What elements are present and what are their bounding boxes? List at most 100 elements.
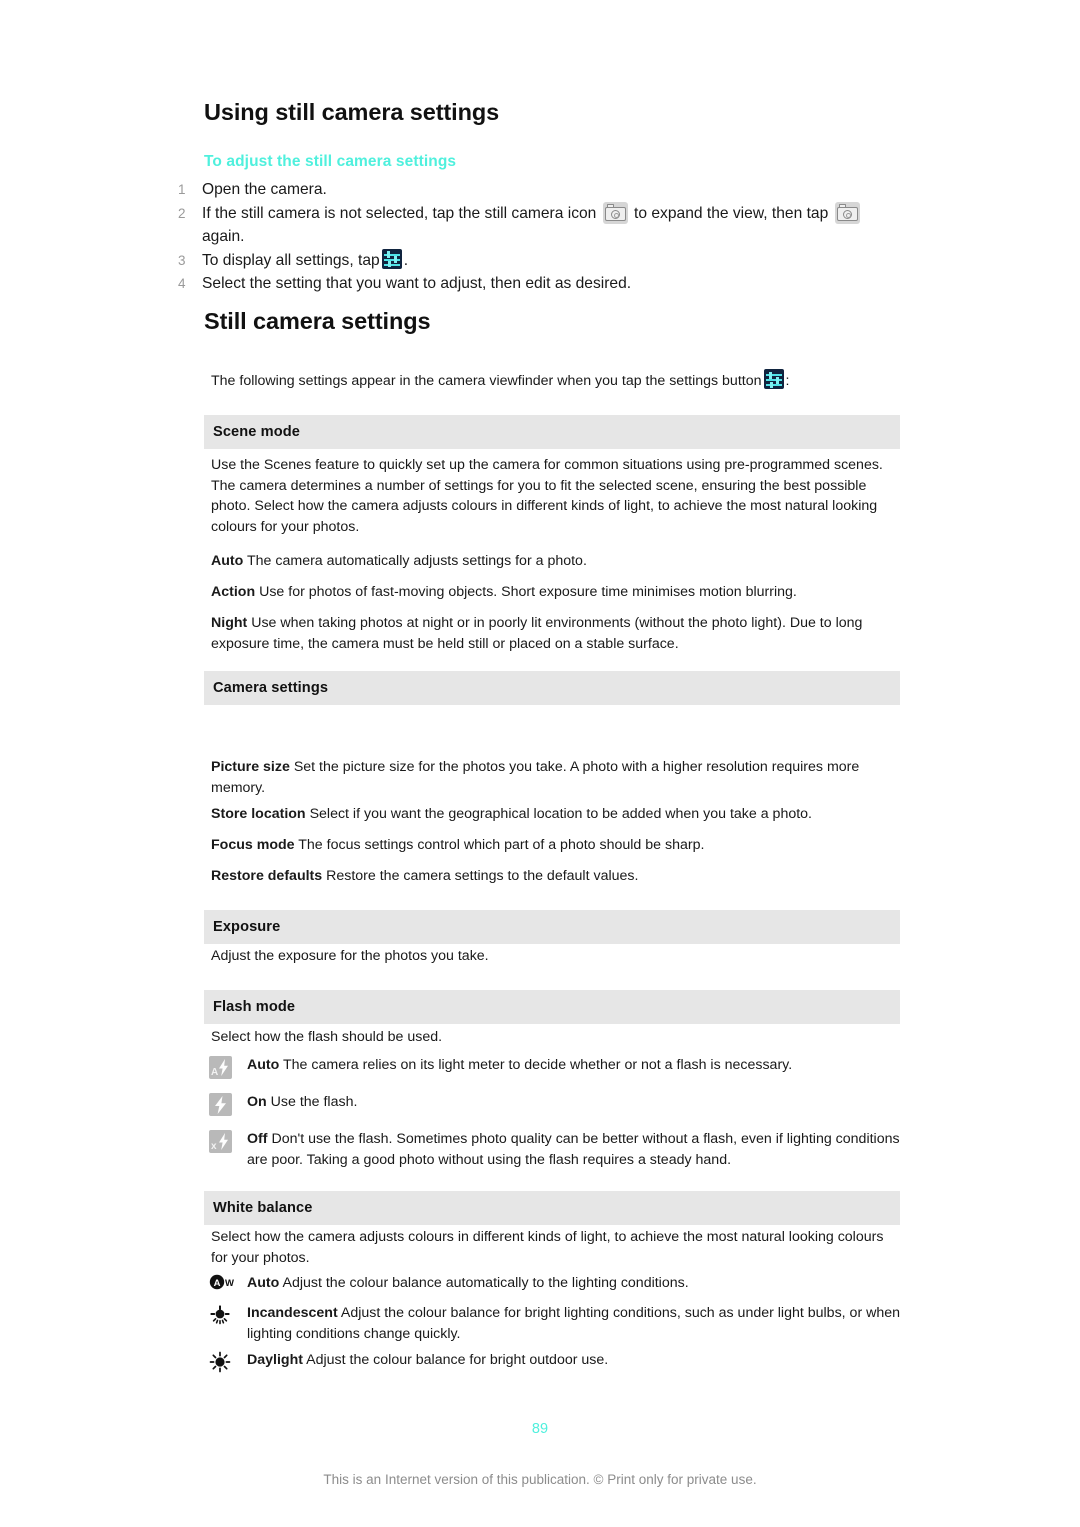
section-subtitle-to-adjust: To adjust the still camera settings — [204, 153, 457, 170]
option-term: Daylight — [247, 1352, 303, 1368]
step-number: 1 — [178, 182, 186, 197]
option-desc: Use the flash. — [270, 1094, 358, 1110]
icon-cell: A — [209, 1055, 247, 1086]
flash-mode-option-on: On Use the flash. — [209, 1092, 901, 1123]
option-desc: Adjust the colour balance for bright lig… — [247, 1305, 901, 1342]
white-balance-auto-icon: A W — [209, 1274, 235, 1296]
option-text: Off Don't use the flash. Sometimes photo… — [247, 1129, 901, 1170]
option-term: Off — [247, 1131, 268, 1147]
white-balance-option-incandescent: Incandescent Adjust the colour balance f… — [209, 1303, 901, 1344]
step-text-part: Select the setting that you want to adju… — [202, 275, 632, 292]
option-desc: Adjust the colour balance automatically … — [282, 1275, 689, 1291]
flash-mode-option-auto: A Auto The camera relies on its light me… — [209, 1055, 901, 1086]
option-desc: Use for photos of fast-moving objects. S… — [259, 584, 797, 600]
option-term: Picture size — [211, 759, 290, 775]
option-term: Incandescent — [247, 1305, 338, 1321]
svg-text:A: A — [214, 1278, 221, 1289]
option-text: Incandescent Adjust the colour balance f… — [247, 1303, 901, 1344]
option-text: On Use the flash. — [247, 1092, 901, 1113]
exposure-description: Adjust the exposure for the photos you t… — [211, 948, 489, 964]
option-term: Auto — [247, 1275, 280, 1291]
step-text-part: to expand the view, then tap — [634, 204, 829, 222]
icon-cell — [209, 1092, 247, 1123]
intro-text-part: The following settings appear in the cam… — [211, 373, 762, 389]
scene-mode-option-night: Night Use when taking photos at night or… — [211, 613, 901, 654]
option-desc: Restore the camera settings to the defau… — [326, 868, 639, 884]
option-term: Auto — [247, 1057, 280, 1073]
option-term: Auto — [211, 553, 244, 569]
page-title-using-still-camera-settings: Using still camera settings — [204, 99, 500, 125]
option-desc: Select if you want the geographical loca… — [309, 806, 812, 822]
settings-icon[interactable] — [381, 248, 402, 269]
icon-cell — [209, 1303, 247, 1333]
section-header-scene-mode: Scene mode — [204, 415, 900, 449]
camera-settings-option-restore-defaults: Restore defaults Restore the camera sett… — [211, 866, 901, 887]
step-number: 3 — [178, 252, 186, 268]
option-desc: Don't use the flash. Sometimes photo qua… — [247, 1131, 900, 1168]
camera-settings-option-focus-mode: Focus mode The focus settings control wh… — [211, 835, 901, 856]
step-text: To display all settings, tap. — [202, 248, 906, 273]
option-term: Store location — [211, 806, 306, 822]
scene-mode-option-action: Action Use for photos of fast-moving obj… — [211, 582, 901, 603]
still-camera-icon[interactable] — [602, 201, 628, 224]
flash-mode-description: Select how the flash should be used. — [211, 1029, 443, 1045]
option-text: Auto The camera relies on its light mete… — [247, 1055, 901, 1076]
intro-text-part: : — [785, 373, 790, 389]
step-number: 4 — [178, 276, 186, 291]
step-text: If the still camera is not selected, tap… — [202, 201, 906, 249]
list-item: 4 Select the setting that you want to ad… — [176, 272, 906, 296]
step-text: Select the setting that you want to adju… — [202, 272, 906, 296]
page-number: 89 — [531, 1421, 549, 1437]
flash-mode-option-off: x Off Don't use the flash. Sometimes pho… — [209, 1129, 901, 1170]
white-balance-option-daylight: Daylight Adjust the colour balance for b… — [209, 1350, 901, 1380]
option-term: Focus mode — [211, 837, 295, 853]
scene-mode-description: Use the Scenes feature to quickly set up… — [211, 457, 883, 535]
numbered-steps-list: 1 Open the camera. 2 If the still camera… — [176, 178, 906, 296]
camera-settings-option-store-location: Store location Select if you want the ge… — [211, 804, 901, 825]
list-item: 3 To display all settings, tap. — [176, 248, 906, 273]
still-camera-icon[interactable] — [834, 201, 860, 224]
footer-note: This is an Internet version of this publ… — [323, 1472, 757, 1487]
section-header-white-balance: White balance — [204, 1191, 900, 1225]
option-text: Daylight Adjust the colour balance for b… — [247, 1350, 901, 1371]
section-header-camera-settings: Camera settings — [204, 671, 900, 705]
list-item: 1 Open the camera. — [176, 178, 906, 202]
white-balance-description: Select how the camera adjusts colours in… — [211, 1229, 884, 1266]
list-item: 2 If the still camera is not selected, t… — [176, 201, 906, 249]
settings-icon[interactable] — [763, 369, 784, 389]
step-number: 2 — [178, 205, 186, 221]
step-text: Open the camera. — [202, 178, 906, 202]
step-text-part: Open the camera. — [202, 181, 327, 198]
white-balance-option-auto: A W Auto Adjust the colour balance autom… — [209, 1273, 901, 1303]
option-desc: The camera automatically adjusts setting… — [247, 553, 587, 569]
option-desc: Use when taking photos at night or in po… — [211, 615, 863, 652]
icon-cell: x — [209, 1129, 247, 1160]
option-term: On — [247, 1094, 267, 1110]
flash-off-icon: x — [209, 1130, 232, 1153]
option-term: Action — [211, 584, 256, 600]
option-desc: The focus settings control which part of… — [298, 837, 705, 853]
step-text-part: again. — [202, 228, 245, 245]
incandescent-icon — [209, 1304, 235, 1326]
flash-on-icon — [209, 1093, 232, 1116]
option-desc: Set the picture size for the photos you … — [211, 759, 860, 796]
svg-text:W: W — [225, 1278, 234, 1289]
option-term: Night — [211, 615, 248, 631]
section-header-exposure: Exposure — [204, 910, 900, 944]
step-text-part: . — [403, 251, 409, 269]
step-text-part: If the still camera is not selected, tap… — [202, 204, 597, 222]
option-term: Restore defaults — [211, 868, 323, 884]
option-desc: The camera relies on its light meter to … — [283, 1057, 793, 1073]
daylight-icon — [209, 1351, 235, 1373]
scene-mode-option-auto: Auto The camera automatically adjusts se… — [211, 551, 901, 572]
option-text: Auto Adjust the colour balance automatic… — [247, 1273, 901, 1294]
page-title-still-camera-settings: Still camera settings — [204, 308, 431, 334]
option-desc: Adjust the colour balance for bright out… — [306, 1352, 609, 1368]
flash-auto-icon: A — [209, 1056, 232, 1079]
section-header-flash-mode: Flash mode — [204, 990, 900, 1024]
camera-settings-option-picture-size: Picture size Set the picture size for th… — [211, 757, 901, 798]
intro-paragraph: The following settings appear in the cam… — [211, 369, 911, 392]
step-text-part: To display all settings, tap — [202, 251, 380, 269]
icon-cell — [209, 1350, 247, 1380]
icon-cell: A W — [209, 1273, 247, 1303]
